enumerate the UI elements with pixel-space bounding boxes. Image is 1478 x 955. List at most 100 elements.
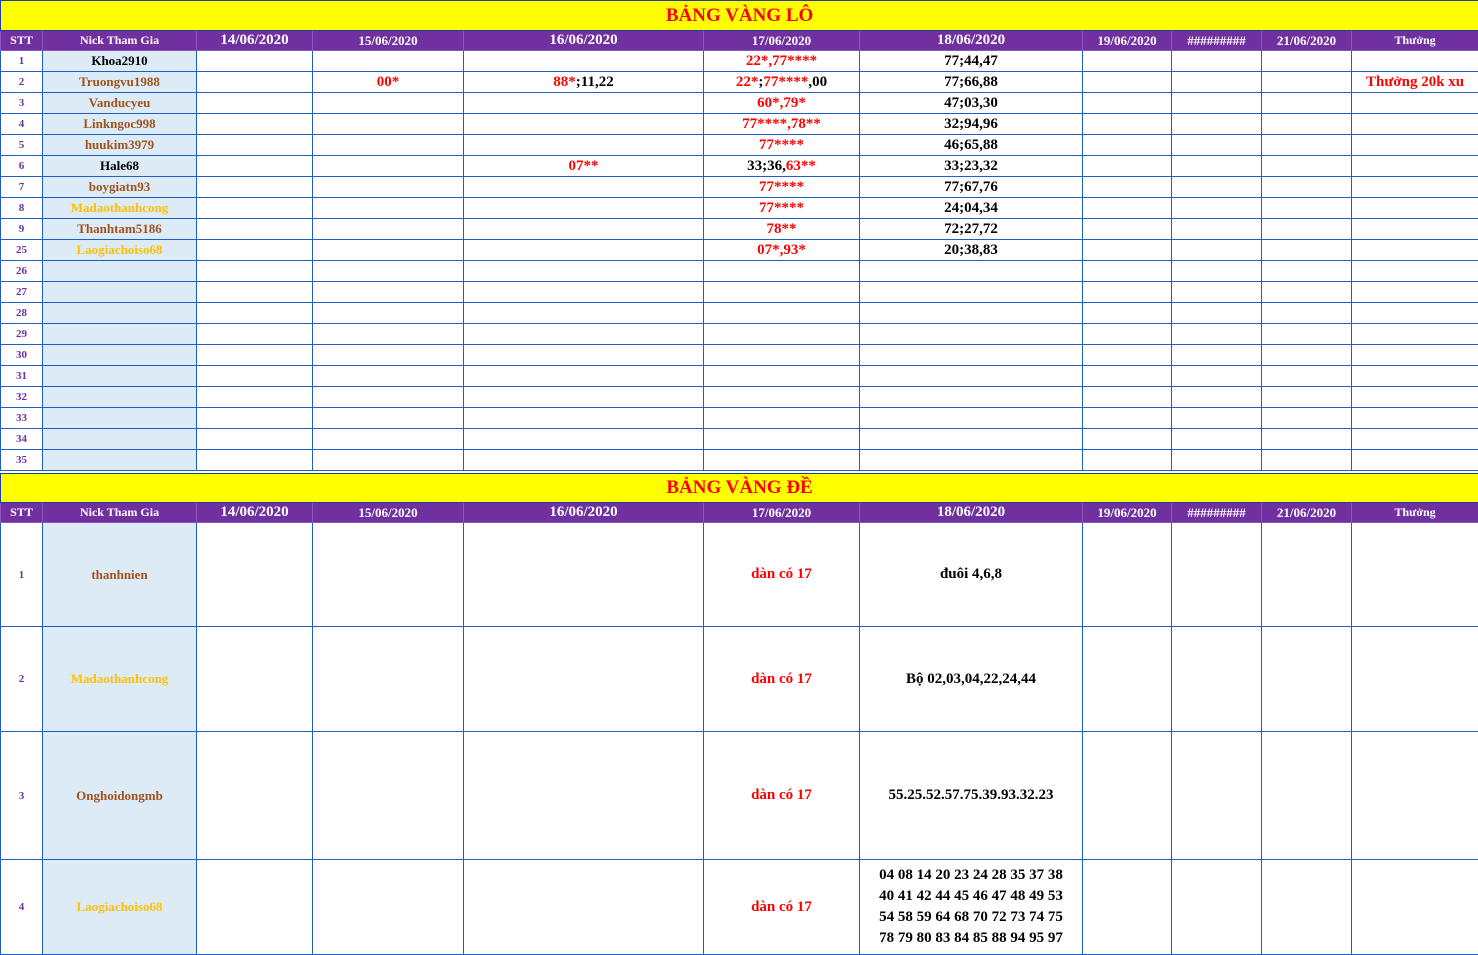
cell-16-06 xyxy=(464,387,704,408)
cell-20-06 xyxy=(1172,523,1262,627)
lo-table-row: 25Laogiachoiso6807*,93*20;38,83 xyxy=(1,240,1478,261)
row-nick xyxy=(43,261,197,282)
cell-21-06 xyxy=(1262,135,1352,156)
cell-19-06 xyxy=(1083,198,1172,219)
row-nick: thanhnien xyxy=(43,523,197,627)
row-nick: Laogiachoiso68 xyxy=(43,860,197,955)
de-header-4: 16/06/2020 xyxy=(464,503,704,523)
cell-14-06 xyxy=(197,387,313,408)
cell-18-06: 46;65,88 xyxy=(860,135,1083,156)
cell-19-06 xyxy=(1083,523,1172,627)
cell-21-06 xyxy=(1262,303,1352,324)
cell-17-06: dàn có 17 xyxy=(704,627,860,732)
cell-reward xyxy=(1352,366,1478,387)
lo-table-row: 9Thanhtam518678**72;27,72 xyxy=(1,219,1478,240)
cell-17-06 xyxy=(704,282,860,303)
row-nick xyxy=(43,387,197,408)
row-stt: 29 xyxy=(1,324,43,345)
cell-15-06 xyxy=(313,303,464,324)
cell-14-06 xyxy=(197,240,313,261)
lo-table-row: 33 xyxy=(1,408,1478,429)
cell-15-06 xyxy=(313,114,464,135)
cell-16-06 xyxy=(464,408,704,429)
cell-reward xyxy=(1352,627,1478,732)
cell-15-06 xyxy=(313,408,464,429)
cell-18-06: 24;04,34 xyxy=(860,198,1083,219)
cell-16-06 xyxy=(464,429,704,450)
cell-18-06-line: 55.25.52.57.75.39.93.32.23 xyxy=(860,785,1082,806)
cell-17-06 xyxy=(704,450,860,471)
cell-17-06: 77**** xyxy=(704,198,860,219)
cell-16-06 xyxy=(464,324,704,345)
cell-16-06 xyxy=(464,261,704,282)
cell-17-06: 77****,78** xyxy=(704,114,860,135)
row-nick xyxy=(43,303,197,324)
cell-18-06: 77;67,76 xyxy=(860,177,1083,198)
cell-15-06 xyxy=(313,93,464,114)
cell-19-06 xyxy=(1083,732,1172,860)
cell-15-06 xyxy=(313,324,464,345)
cell-18-06 xyxy=(860,387,1083,408)
cell-reward xyxy=(1352,429,1478,450)
cell-reward xyxy=(1352,324,1478,345)
cell-15-06 xyxy=(313,198,464,219)
cell-18-06: 55.25.52.57.75.39.93.32.23 xyxy=(860,732,1083,860)
row-stt: 4 xyxy=(1,114,43,135)
row-nick xyxy=(43,450,197,471)
cell-14-06 xyxy=(197,156,313,177)
row-nick: Khoa2910 xyxy=(43,51,197,72)
cell-19-06 xyxy=(1083,219,1172,240)
row-nick: Madaothanhcong xyxy=(43,198,197,219)
cell-20-06 xyxy=(1172,627,1262,732)
row-stt: 30 xyxy=(1,345,43,366)
cell-reward xyxy=(1352,345,1478,366)
row-nick xyxy=(43,324,197,345)
cell-19-06 xyxy=(1083,135,1172,156)
cell-20-06 xyxy=(1172,732,1262,860)
cell-14-06 xyxy=(197,523,313,627)
cell-15-06 xyxy=(313,345,464,366)
cell-18-06 xyxy=(860,429,1083,450)
cell-17-06 xyxy=(704,303,860,324)
cell-14-06 xyxy=(197,860,313,955)
de-table-row: 1thanhniendàn có 17đuôi 4,6,8 xyxy=(1,523,1478,627)
cell-14-06 xyxy=(197,282,313,303)
row-nick xyxy=(43,282,197,303)
lo-table-row: 1Khoa291022*,77****77;44,47 xyxy=(1,51,1478,72)
cell-20-06 xyxy=(1172,387,1262,408)
cell-17-06: 77**** xyxy=(704,177,860,198)
lo-table-row: 31 xyxy=(1,366,1478,387)
cell-21-06 xyxy=(1262,408,1352,429)
de-table-row: 4Laogiachoiso68dàn có 1704 08 14 20 23 2… xyxy=(1,860,1478,955)
cell-18-06 xyxy=(860,366,1083,387)
cell-20-06 xyxy=(1172,366,1262,387)
cell-16-06 xyxy=(464,177,704,198)
cell-17-06: dàn có 17 xyxy=(704,860,860,955)
cell-15-06 xyxy=(313,387,464,408)
cell-18-06 xyxy=(860,324,1083,345)
cell-reward xyxy=(1352,408,1478,429)
cell-reward xyxy=(1352,240,1478,261)
cell-reward xyxy=(1352,135,1478,156)
cell-18-06: 77;66,88 xyxy=(860,72,1083,93)
cell-reward xyxy=(1352,177,1478,198)
cell-20-06 xyxy=(1172,51,1262,72)
cell-reward xyxy=(1352,387,1478,408)
row-nick: Vanducyeu xyxy=(43,93,197,114)
de-table: BẢNG VÀNG ĐỀ STTNick Tham Gia14/06/20201… xyxy=(0,473,1478,955)
cell-21-06 xyxy=(1262,732,1352,860)
cell-18-06 xyxy=(860,345,1083,366)
cell-14-06 xyxy=(197,366,313,387)
cell-reward xyxy=(1352,732,1478,860)
cell-18-06-line: 40 41 42 44 45 46 47 48 49 53 xyxy=(860,886,1082,907)
cell-19-06 xyxy=(1083,366,1172,387)
cell-17-06: 33;36,63** xyxy=(704,156,860,177)
lo-header-10: Thưởng xyxy=(1352,31,1478,51)
de-header-2: 14/06/2020 xyxy=(197,503,313,523)
cell-21-06 xyxy=(1262,523,1352,627)
cell-reward xyxy=(1352,156,1478,177)
row-stt: 32 xyxy=(1,387,43,408)
cell-19-06 xyxy=(1083,282,1172,303)
cell-21-06 xyxy=(1262,93,1352,114)
lo-table-row: 5huukim397977****46;65,88 xyxy=(1,135,1478,156)
